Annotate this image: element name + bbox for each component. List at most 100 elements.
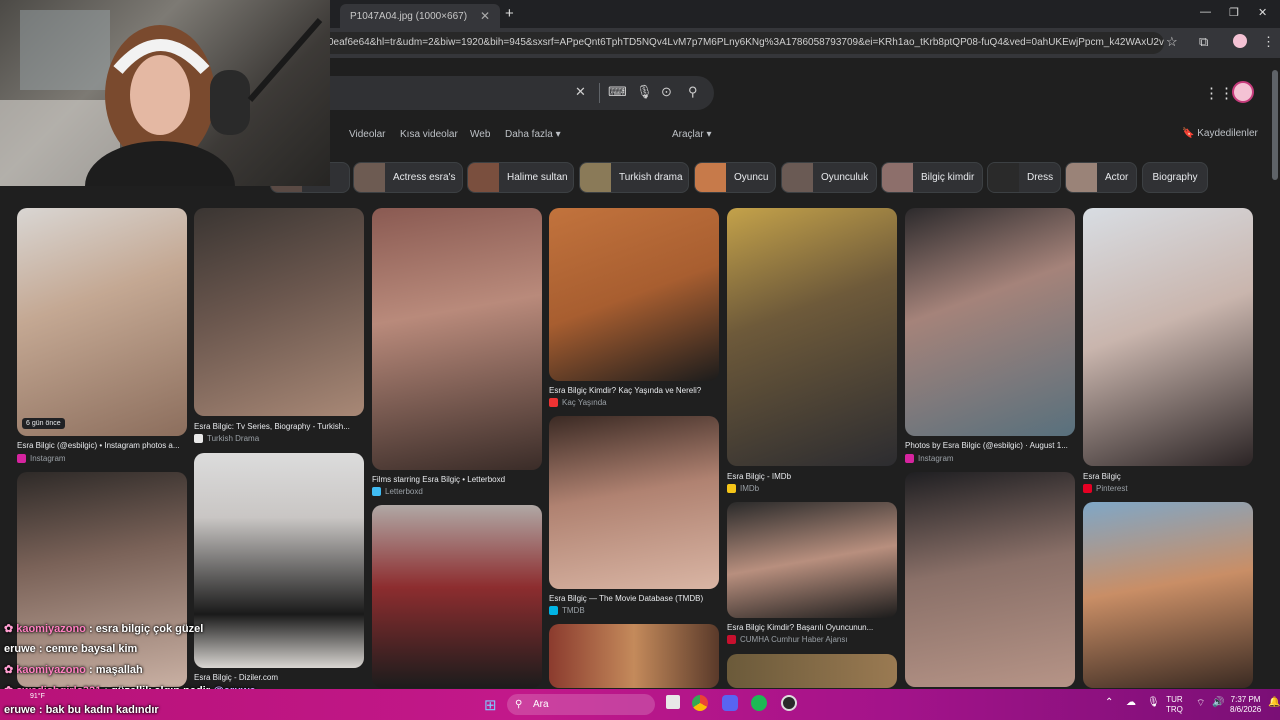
result-source[interactable]: Instagram: [17, 454, 66, 463]
image-result[interactable]: [905, 472, 1075, 687]
new-tab-icon[interactable]: +: [505, 5, 514, 22]
image-result[interactable]: [727, 208, 897, 466]
image-result[interactable]: [372, 505, 542, 688]
obs-icon[interactable]: [781, 695, 797, 711]
task-view-icon[interactable]: [666, 695, 680, 709]
lens-camera-icon[interactable]: ⊙: [661, 84, 672, 100]
age-badge: 6 gün önce: [22, 418, 65, 429]
taskbar-search-label: Ara: [533, 699, 549, 710]
chip-turkish-drama[interactable]: Turkish drama: [579, 162, 689, 193]
windows-start-icon[interactable]: ⊞: [484, 696, 497, 714]
close-window-icon[interactable]: ✕: [1258, 6, 1267, 19]
tools-button[interactable]: Araçlar ▾: [672, 129, 712, 140]
network-icon[interactable]: ⌔: [1196, 697, 1205, 710]
spotify-icon[interactable]: [751, 695, 767, 711]
apps-grid-icon[interactable]: ⋮⋮: [1204, 84, 1234, 102]
image-result[interactable]: [905, 208, 1075, 436]
chat-text: maşallah: [95, 664, 143, 676]
result-caption[interactable]: Esra Bilgiç Kimdir? Başarılı Oyuncunun..…: [727, 623, 897, 632]
menu-icon[interactable]: ⋮: [1262, 34, 1275, 50]
search-icon: ⚲: [515, 699, 523, 710]
image-result[interactable]: [1083, 502, 1253, 688]
clock[interactable]: 7:37 PM 8/6/2026: [1230, 695, 1261, 715]
image-result[interactable]: [372, 208, 542, 470]
volume-icon[interactable]: 🔊: [1212, 697, 1224, 708]
tab-videos[interactable]: Videolar: [349, 129, 386, 140]
chat-separator: :: [35, 704, 46, 716]
chip-halime-sultan[interactable]: Halime sultan: [467, 162, 574, 193]
maximize-icon[interactable]: ❐: [1229, 6, 1239, 19]
result-caption[interactable]: Esra Bilgic (@esbilgic) • Instagram phot…: [17, 441, 187, 450]
image-result[interactable]: [549, 624, 719, 688]
lang-top: TUR: [1166, 695, 1183, 704]
extensions-icon[interactable]: ⧉: [1199, 34, 1208, 50]
result-caption[interactable]: Photos by Esra Bilgic (@esbilgic) · Augu…: [905, 441, 1075, 450]
result-source[interactable]: Kaç Yaşında: [549, 398, 607, 407]
result-caption[interactable]: Esra Bilgiç — The Movie Database (TMDB): [549, 594, 719, 603]
tab-short-videos[interactable]: Kısa videolar: [400, 129, 458, 140]
result-caption[interactable]: Esra Bilgiç Kimdir? Kaç Yaşında ve Nerel…: [549, 386, 719, 395]
taskbar-search[interactable]: ⚲ Ara: [507, 694, 655, 715]
chip-oyuncu[interactable]: Oyuncu: [694, 162, 776, 193]
cloud-icon[interactable]: ☁: [1126, 697, 1136, 708]
search-icon[interactable]: ⚲: [688, 84, 698, 100]
result-source[interactable]: Instagram: [905, 454, 954, 463]
microphone-tray-icon[interactable]: 🎙: [1147, 697, 1160, 708]
tab-web[interactable]: Web: [470, 129, 490, 140]
tray-chevron-up-icon[interactable]: ⌃: [1105, 697, 1113, 708]
chip-bilgic-kimdir[interactable]: Bilgiç kimdir: [881, 162, 983, 193]
result-caption[interactable]: Esra Bilgiç: [1083, 472, 1253, 481]
chip-actor[interactable]: Actor: [1065, 162, 1137, 193]
keyboard-icon[interactable]: ⌨: [608, 84, 627, 100]
chip-thumbnail: [695, 163, 726, 192]
result-source[interactable]: IMDb: [727, 484, 759, 493]
chip-thumbnail: [354, 163, 385, 192]
result-caption[interactable]: Esra Bilgiç - IMDb: [727, 472, 897, 481]
address-bar[interactable]: 0eaf6e64&hl=tr&udm=2&biw=1920&bih=945&sx…: [316, 32, 1164, 54]
image-result[interactable]: [194, 208, 364, 416]
bookmark-star-icon[interactable]: ☆: [1166, 34, 1178, 50]
chip-dress[interactable]: Dress: [987, 162, 1061, 193]
result-source[interactable]: TMDB: [549, 606, 585, 615]
image-result[interactable]: [549, 416, 719, 589]
chip-thumbnail: [882, 163, 913, 192]
chip-actress-esras[interactable]: Actress esra's: [353, 162, 463, 193]
discord-icon[interactable]: [722, 695, 738, 711]
chip-oyunculuk[interactable]: Oyunculuk: [781, 162, 877, 193]
result-caption[interactable]: Esra Bilgic: Tv Series, Biography - Turk…: [194, 422, 364, 431]
chat-text: cemre baysal kim: [45, 643, 138, 655]
minimize-icon[interactable]: —: [1200, 6, 1211, 18]
chip-biography[interactable]: Biography: [1142, 162, 1208, 193]
saved-button[interactable]: 🔖 Kaydedilenler: [1182, 128, 1258, 139]
image-result[interactable]: [194, 453, 364, 668]
result-source[interactable]: Turkish Drama: [194, 434, 259, 443]
page-scrollbar[interactable]: [1272, 70, 1278, 180]
clear-search-icon[interactable]: ✕: [575, 84, 586, 100]
microphone-icon[interactable]: 🎙: [636, 84, 653, 100]
bookmark-icon: 🔖: [1182, 128, 1195, 139]
tab-more[interactable]: Daha fazla ▾: [505, 129, 561, 140]
weather-widget[interactable]: 91°F: [30, 693, 45, 700]
chip-thumbnail: [1066, 163, 1097, 192]
result-caption[interactable]: Films starring Esra Bilgiç • Letterboxd: [372, 475, 542, 484]
result-source[interactable]: Letterboxd: [372, 487, 423, 496]
close-tab-icon[interactable]: ✕: [480, 9, 490, 23]
webcam-overlay: [0, 0, 330, 231]
chip-label: Turkish drama: [619, 172, 683, 183]
result-source[interactable]: CUMHA Cumhur Haber Ajansı: [727, 635, 848, 644]
result-source[interactable]: Pinterest: [1083, 484, 1128, 493]
image-result[interactable]: [549, 208, 719, 381]
image-result[interactable]: [727, 654, 897, 688]
notification-bell-icon[interactable]: 🔔: [1268, 697, 1280, 708]
browser-tab[interactable]: P1047A04.jpg (1000×667) ✕: [340, 4, 500, 28]
language-indicator[interactable]: TUR TRQ: [1166, 695, 1183, 715]
image-result[interactable]: [1083, 208, 1253, 466]
profile-avatar-icon[interactable]: [1233, 34, 1247, 48]
result-source-label: IMDb: [740, 484, 760, 493]
result-caption[interactable]: Esra Bilgiç - Diziler.com: [194, 673, 364, 682]
chrome-icon[interactable]: [692, 695, 708, 711]
instagram-icon: [17, 454, 26, 463]
image-result[interactable]: [727, 502, 897, 618]
image-result[interactable]: [17, 208, 187, 436]
account-avatar[interactable]: [1232, 81, 1254, 103]
